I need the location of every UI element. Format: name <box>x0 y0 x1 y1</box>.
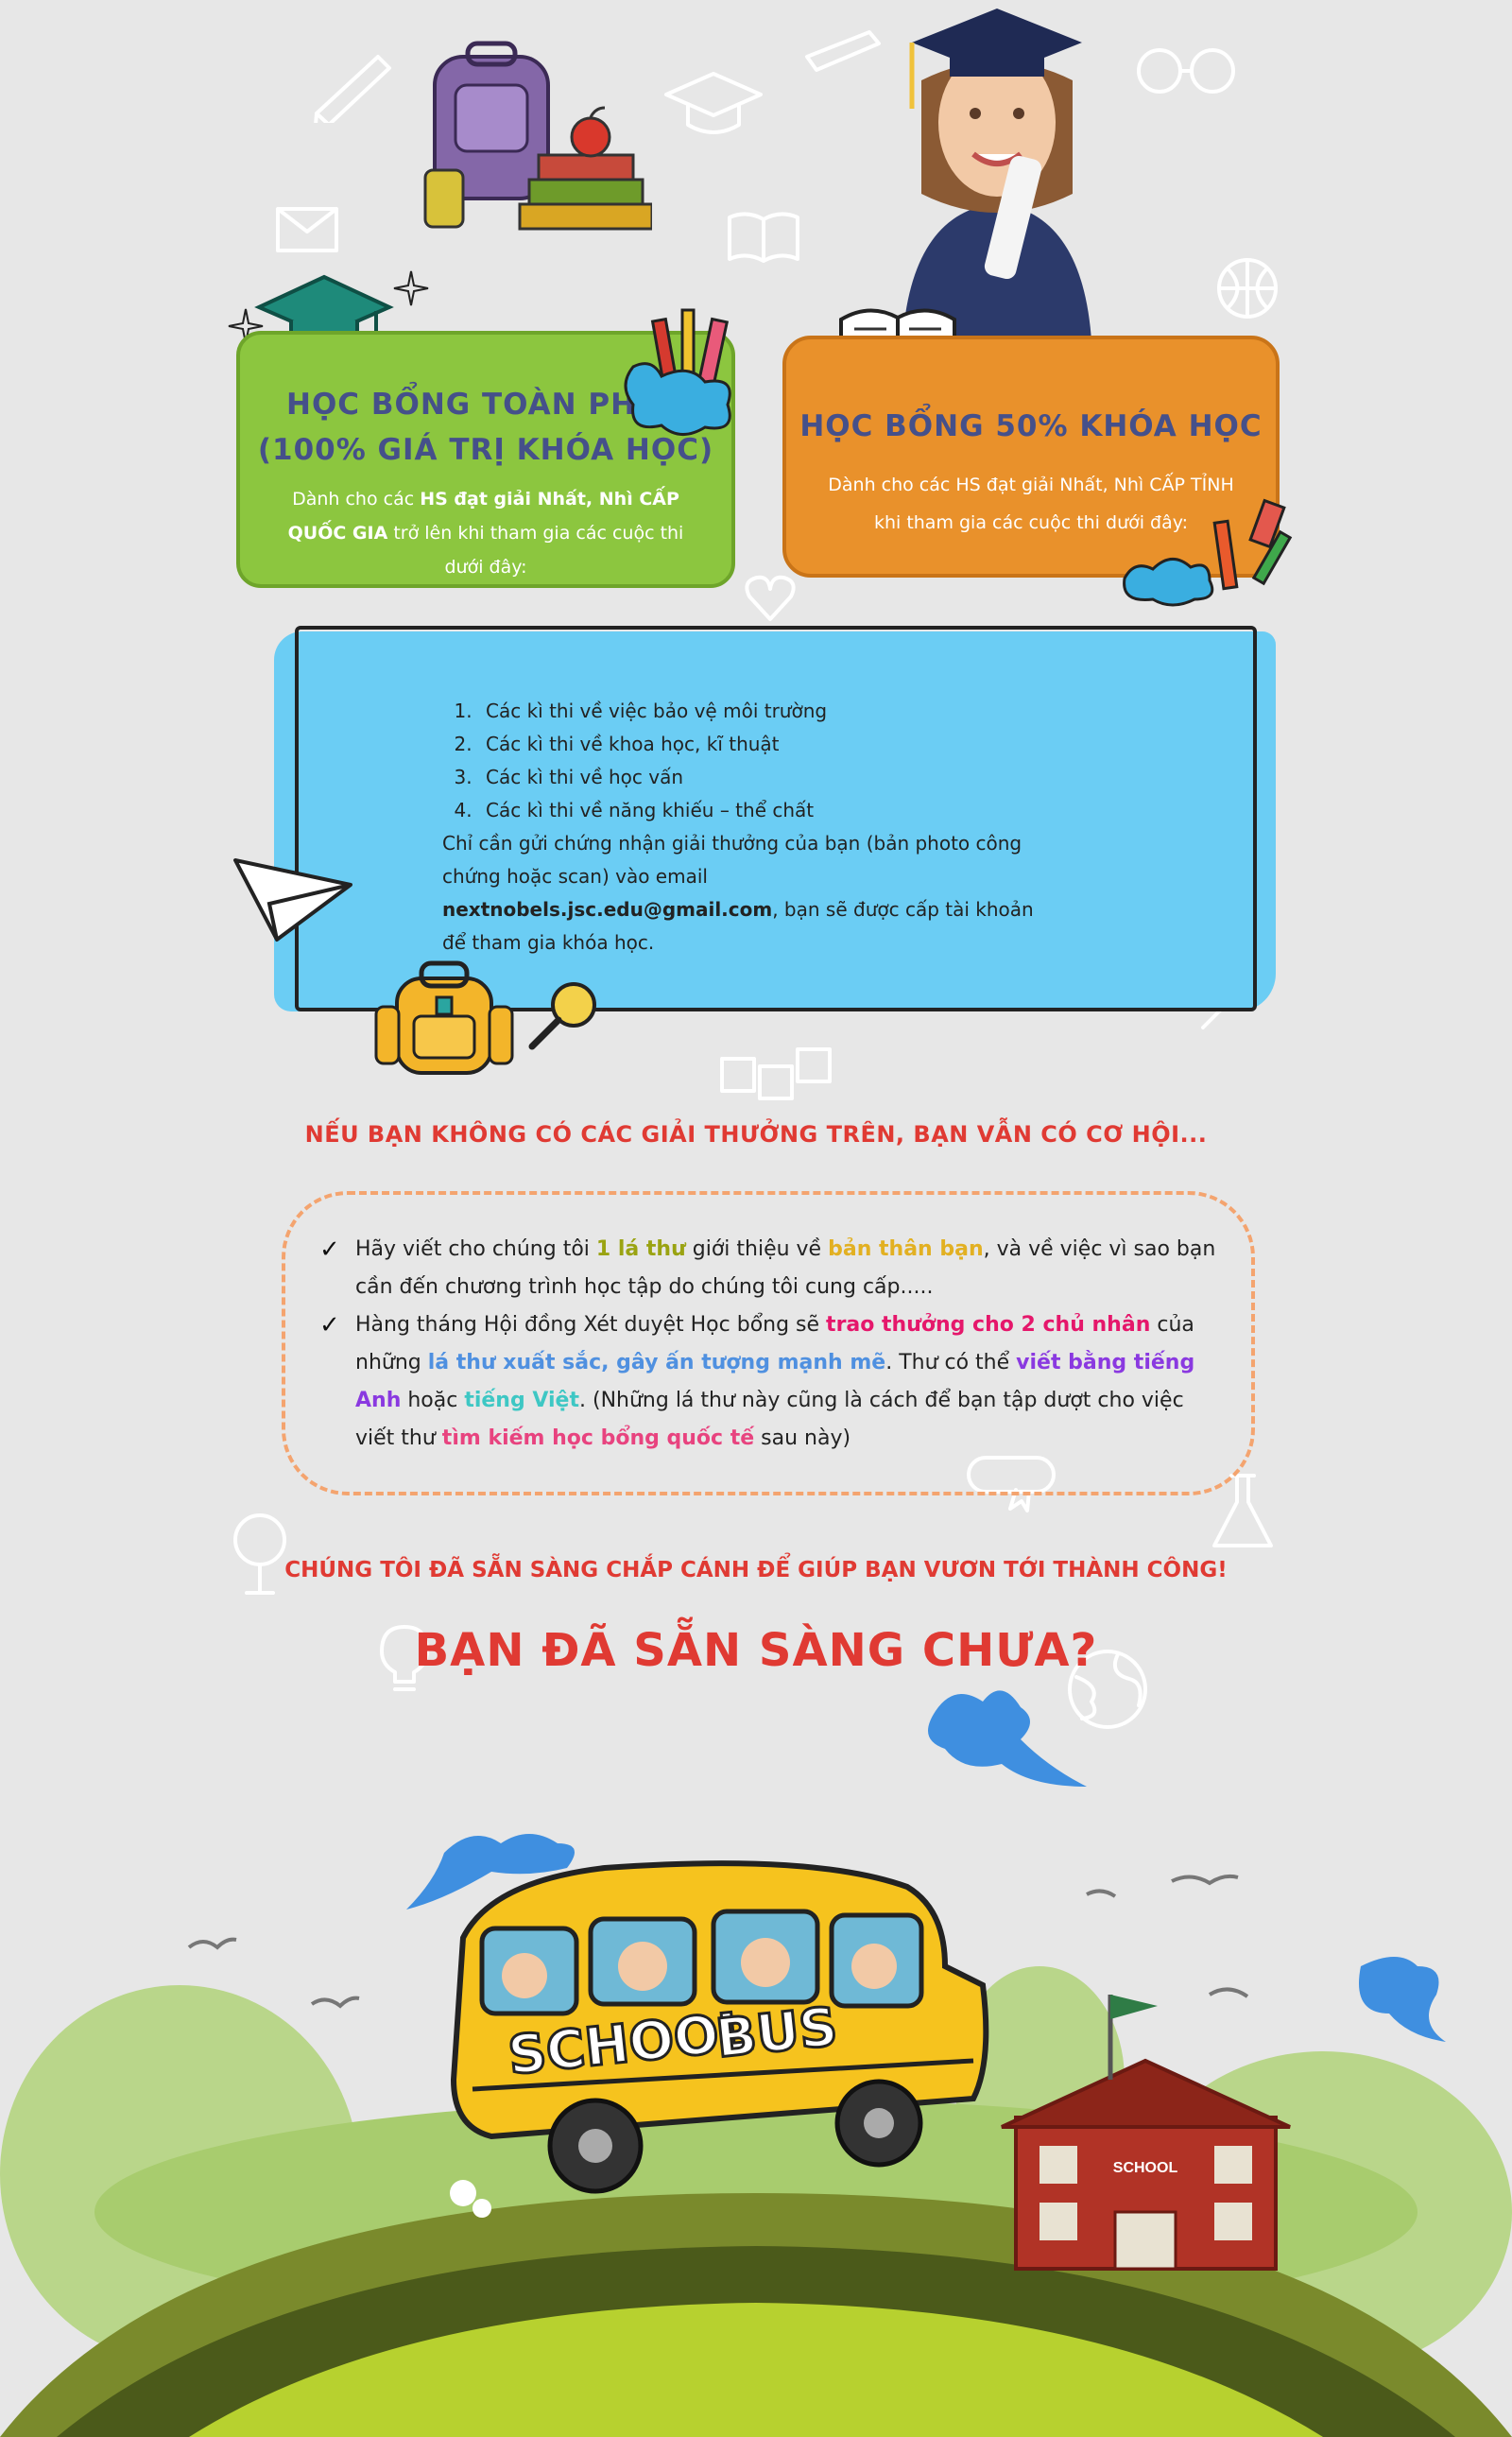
brush-cloud-icon <box>1123 498 1293 607</box>
heart-doodle-icon <box>745 575 796 621</box>
item1-text-2: giới thiệu về <box>685 1237 829 1261</box>
paper-plane-icon <box>233 858 352 942</box>
pencil-doodle-icon <box>314 55 391 123</box>
school-sign: SCHOOL <box>1113 2160 1178 2176</box>
contest-note: Chỉ cần gửi chứng nhận giải thưởng của b… <box>442 827 1047 959</box>
contest-item: Các kì thi về học vấn <box>478 761 1047 794</box>
bus-bus-text: BUS <box>713 1996 841 2070</box>
envelope-doodle-icon <box>276 207 338 252</box>
contest-item: Các kì thi về việc bảo vệ môi trường <box>478 695 1047 728</box>
contest-items: Các kì thi về việc bảo vệ môi trường Các… <box>442 695 1047 827</box>
yellow-backpack-icon <box>374 960 514 1075</box>
full-desc-part2: trở lên khi tham gia các cuộc thi dưới đ… <box>387 523 684 578</box>
opportunity-item-2: ✓ Hàng tháng Hội đồng Xét duyệt Học bổng… <box>319 1306 1228 1458</box>
backpack-books-illustration <box>423 41 652 231</box>
grad-cap-doodle-icon <box>664 72 763 134</box>
sparkle-icon-2 <box>393 270 429 306</box>
item2-text-6: sau này) <box>754 1426 851 1450</box>
contest-note-part1: Chỉ cần gửi chứng nhận giải thưởng của b… <box>442 832 1022 888</box>
contest-item: Các kì thi về khoa học, kĩ thuật <box>478 728 1047 761</box>
item2-text-1: Hàng tháng Hội đồng Xét duyệt Học bổng s… <box>355 1313 827 1337</box>
item2-text-4: hoặc <box>401 1389 465 1412</box>
paintbrush-pencils-icon <box>624 308 731 436</box>
ready-question: Bạn đã sẵn sàng chưa? <box>414 1624 1098 1677</box>
opportunity-heading: Nếu bạn không có các giải thưởng trên, b… <box>304 1121 1208 1148</box>
item1-highlight-2: bản thân bạn <box>828 1237 984 1261</box>
abc-blocks-doodle-icon <box>720 1047 832 1100</box>
school-bus-scene: SCHOOL SCHOOL BUS <box>0 1690 1512 2437</box>
letter-opportunity-list: ✓ Hãy viết cho chúng tôi 1 lá thư giới t… <box>319 1231 1228 1458</box>
book-doodle-icon <box>728 212 799 263</box>
contact-email[interactable]: nextnobels.jsc.edu@gmail.com <box>442 898 772 921</box>
full-desc-part1: Dành cho các <box>292 489 421 510</box>
item2-highlight-5: tìm kiếm học bổng quốc tế <box>441 1426 755 1450</box>
half-scholarship-title: Học bổng 50% khóa học <box>799 409 1263 443</box>
item1-highlight-1: 1 lá thư <box>595 1237 686 1261</box>
basketball-doodle-icon <box>1217 258 1278 319</box>
glasses-doodle-icon <box>1137 48 1235 94</box>
item2-highlight-2: lá thư xuất sắc, gây ấn tượng mạnh mẽ <box>427 1351 886 1374</box>
contest-list: Các kì thi về việc bảo vệ môi trường Các… <box>442 695 1047 959</box>
full-scholarship-description: Dành cho các HS đạt giải Nhất, Nhì CẤP Q… <box>285 482 686 584</box>
checkmark-icon: ✓ <box>319 1236 340 1264</box>
closing-tagline: Chúng tôi đã sẵn sàng chắp cánh để giúp … <box>284 1558 1228 1582</box>
tree-doodle-icon <box>233 1513 286 1595</box>
contest-item: Các kì thi về năng khiếu – thể chất <box>478 794 1047 827</box>
opportunity-item-1: ✓ Hãy viết cho chúng tôi 1 lá thư giới t… <box>319 1231 1228 1306</box>
checkmark-icon: ✓ <box>319 1311 340 1339</box>
item1-text-1: Hãy viết cho chúng tôi <box>355 1237 596 1261</box>
item2-highlight-1: trao thưởng cho 2 chủ nhân <box>826 1313 1151 1337</box>
magnifying-glass-icon <box>528 982 596 1050</box>
item2-highlight-4: tiếng Việt <box>464 1389 579 1412</box>
graduate-girl-photo <box>902 9 1091 336</box>
item2-text-3: . Thư có thể <box>885 1351 1017 1374</box>
